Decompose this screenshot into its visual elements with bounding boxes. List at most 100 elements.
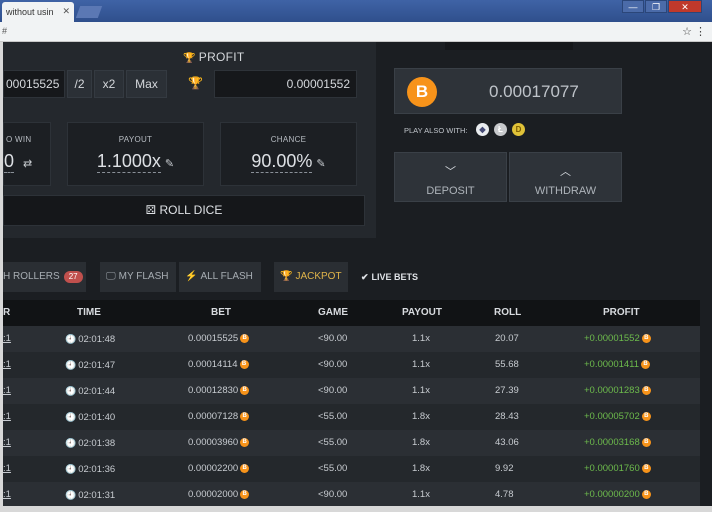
- bitcoin-icon: B: [641, 333, 651, 343]
- window-close-button[interactable]: ✕: [668, 0, 702, 13]
- withdraw-label: WITHDRAW: [534, 185, 597, 197]
- tab-jackpot[interactable]: 🏆 JACKPOT: [274, 262, 348, 292]
- row-time: 🕘 02:01:31: [65, 482, 115, 509]
- row-time: 🕘 02:01:40: [65, 404, 115, 431]
- bitcoin-icon: B: [240, 385, 250, 395]
- browser-tab[interactable]: without usin ✕: [2, 2, 74, 22]
- table-row[interactable]: :1 🕘 02:01:48 0.00015525 B <90.00 1.1x 20.…: [3, 326, 700, 352]
- row-payout: 1.8x: [412, 437, 430, 448]
- chance-value-wrap[interactable]: 90.00% ✎: [221, 151, 356, 173]
- table-row[interactable]: :1 🕘 02:01:36 0.00002200 B <55.00 1.8x 9.9…: [3, 456, 700, 482]
- clock-icon: 🕘: [65, 360, 77, 370]
- row-user[interactable]: :1: [3, 326, 11, 352]
- window-controls: — ❐ ✕: [622, 0, 702, 13]
- monitor-icon: 🖵: [106, 271, 116, 282]
- header-user: R: [3, 307, 11, 318]
- address-bar[interactable]: # ☆ ⋮: [0, 22, 712, 42]
- header-profit: PROFIT: [603, 307, 640, 318]
- new-tab-button[interactable]: [75, 6, 103, 18]
- row-user[interactable]: :1: [3, 456, 11, 482]
- clock-icon: 🕘: [65, 386, 77, 396]
- row-user[interactable]: :1: [3, 482, 11, 508]
- balance-value: 0.00017077: [489, 82, 579, 101]
- row-game: <90.00: [318, 333, 348, 344]
- row-bet-value: 0.00012830: [188, 385, 239, 396]
- withdraw-button[interactable]: ︿ WITHDRAW: [509, 152, 622, 202]
- browser-menu-icon[interactable]: ⋮: [695, 25, 706, 38]
- row-user[interactable]: :1: [3, 378, 11, 404]
- double-bet-button[interactable]: x2: [94, 70, 124, 98]
- row-bet: 0.00014114 B: [188, 352, 249, 378]
- profit-input[interactable]: 0.00001552: [214, 70, 357, 98]
- table-row[interactable]: :1 🕘 02:01:47 0.00014114 B <90.00 1.1x 55.…: [3, 352, 700, 378]
- payout-value-wrap[interactable]: 1.1000x ✎: [68, 151, 203, 173]
- chance-value[interactable]: 90.00%: [251, 151, 313, 173]
- tab-high-rollers[interactable]: H ROLLERS 27: [3, 262, 86, 292]
- row-payout: 1.1x: [412, 489, 430, 500]
- deposit-button[interactable]: ﹀ DEPOSIT: [394, 152, 507, 202]
- trophy-icon[interactable]: 🏆: [188, 76, 203, 90]
- tab-my-flash-label: MY FLASH: [118, 271, 169, 282]
- row-profit-value: +0.00003168: [584, 437, 640, 448]
- bitcoin-icon: B: [641, 411, 651, 421]
- maximize-button[interactable]: ❐: [645, 0, 667, 13]
- to-win-value-wrap[interactable]: 0 ⇄: [4, 151, 50, 173]
- ethereum-icon[interactable]: ◆: [476, 123, 489, 136]
- bitcoin-icon: B: [641, 437, 651, 447]
- row-profit: +0.00005702 B: [584, 404, 651, 430]
- bitcoin-icon: B: [407, 77, 437, 107]
- tab-all-flash[interactable]: ⚡ ALL FLASH: [179, 262, 261, 292]
- roll-dice-button[interactable]: ⚄ ROLL DICE: [3, 195, 365, 226]
- flash-icon: ⚡: [185, 271, 198, 282]
- pencil-icon[interactable]: ✎: [165, 158, 174, 170]
- row-user[interactable]: :1: [3, 352, 11, 378]
- row-user[interactable]: :1: [3, 430, 11, 456]
- exchange-icon[interactable]: ⇄: [23, 158, 32, 170]
- minimize-button[interactable]: —: [622, 0, 644, 13]
- row-bet: 0.00015525 B: [188, 326, 250, 352]
- row-profit: +0.00000200 B: [584, 482, 651, 508]
- row-payout: 1.1x: [412, 385, 430, 396]
- address-text[interactable]: #: [2, 26, 7, 36]
- half-bet-button[interactable]: /2: [67, 70, 92, 98]
- row-roll: 4.78: [495, 489, 514, 500]
- row-bet: 0.00007128 B: [188, 404, 250, 430]
- close-tab-icon[interactable]: ✕: [62, 6, 70, 17]
- max-bet-button[interactable]: Max: [126, 70, 167, 98]
- table-row[interactable]: :1 🕘 02:01:44 0.00012830 B <90.00 1.1x 27.…: [3, 378, 700, 404]
- payout-value[interactable]: 1.1000x: [96, 151, 161, 173]
- header-bet: BET: [211, 307, 231, 318]
- dogecoin-icon[interactable]: D: [512, 123, 525, 136]
- bet-amount-input[interactable]: 00015525: [3, 70, 65, 98]
- bitcoin-icon: B: [240, 463, 250, 473]
- row-bet-value: 0.00007128: [188, 411, 239, 422]
- high-rollers-count-badge: 27: [63, 271, 83, 283]
- tab-live-bets[interactable]: ✔ LIVE BETS: [355, 262, 427, 292]
- to-win-box: O WIN 0 ⇄: [3, 122, 51, 186]
- row-bet: 0.00002200 B: [188, 456, 250, 482]
- row-roll: 9.92: [495, 463, 514, 474]
- tab-my-flash[interactable]: 🖵 MY FLASH: [100, 262, 176, 292]
- to-win-value[interactable]: 0: [4, 151, 15, 173]
- pencil-icon[interactable]: ✎: [316, 158, 325, 170]
- row-game: <90.00: [318, 489, 348, 500]
- profit-heading-label: PROFIT: [198, 50, 245, 64]
- table-row[interactable]: :1 🕘 02:01:38 0.00003960 B <55.00 1.8x 43.…: [3, 430, 700, 456]
- currency-selector-strip[interactable]: [445, 42, 573, 50]
- bitcoin-icon: B: [240, 333, 250, 343]
- table-row[interactable]: :1 🕘 02:01:31 0.00002000 B <90.00 1.1x 4.7…: [3, 482, 700, 508]
- row-roll: 27.39: [495, 385, 519, 396]
- row-bet: 0.00012830 B: [188, 378, 250, 404]
- row-payout: 1.1x: [412, 333, 430, 344]
- payout-label: PAYOUT: [118, 135, 153, 144]
- row-profit: +0.00001552 B: [584, 326, 651, 352]
- trophy-icon: 🏆: [183, 53, 196, 64]
- row-time-value: 02:01:44: [78, 386, 116, 397]
- table-row[interactable]: :1 🕘 02:01:40 0.00007128 B <55.00 1.8x 28.…: [3, 404, 700, 430]
- row-roll: 55.68: [495, 359, 519, 370]
- bookmark-star-icon[interactable]: ☆: [682, 25, 692, 38]
- row-time-value: 02:01:47: [78, 360, 116, 371]
- row-user[interactable]: :1: [3, 404, 11, 430]
- row-profit-value: +0.00000200: [584, 489, 640, 500]
- litecoin-icon[interactable]: Ł: [494, 123, 507, 136]
